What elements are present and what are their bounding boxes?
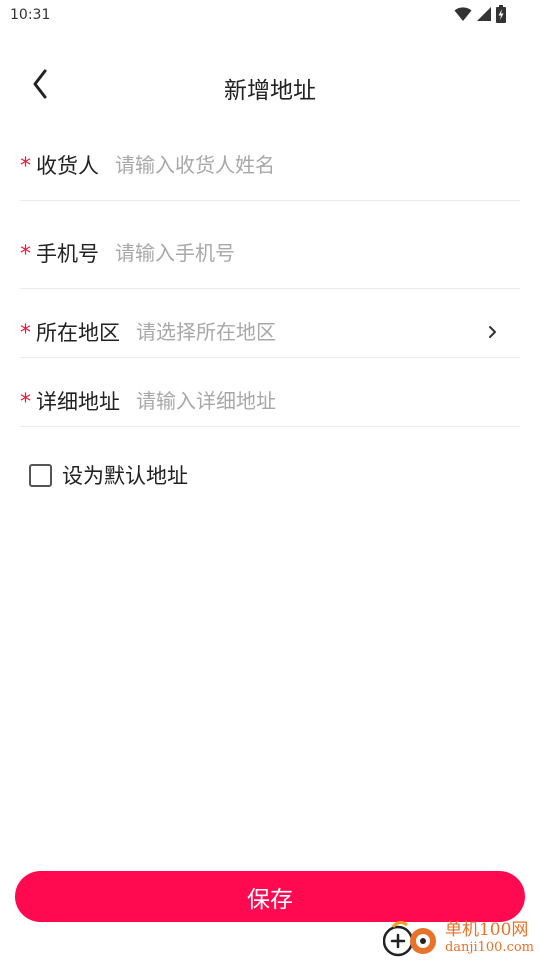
region-label: 所在地区	[36, 321, 120, 345]
region-row[interactable]: * 所在地区	[20, 289, 520, 358]
status-bar: 10:31	[0, 0, 540, 30]
address-detail-input[interactable]	[136, 389, 520, 413]
status-time: 10:31	[10, 7, 51, 23]
receiver-label: 收货人	[36, 154, 99, 178]
phone-label: 手机号	[36, 242, 99, 266]
cellular-signal-icon	[476, 6, 492, 26]
address-detail-label: 详细地址	[36, 390, 120, 414]
page-title: 新增地址	[224, 78, 316, 104]
battery-charging-icon	[496, 5, 506, 27]
default-address-label: 设为默认地址	[62, 464, 188, 488]
required-star: *	[20, 154, 31, 179]
phone-row: * 手机号	[20, 201, 520, 289]
status-icons	[454, 5, 506, 27]
required-star: *	[20, 321, 31, 346]
default-address-checkbox[interactable]: 设为默认地址	[29, 460, 188, 490]
phone-input[interactable]	[115, 241, 520, 265]
nav-bar: 新增地址	[0, 56, 540, 114]
address-detail-row: * 详细地址	[20, 358, 520, 427]
save-button[interactable]: 保存	[15, 871, 525, 922]
receiver-row: * 收货人	[20, 140, 520, 201]
required-star: *	[20, 242, 31, 267]
watermark: 单机100网 danji100.com	[382, 918, 534, 958]
region-select[interactable]	[136, 320, 482, 344]
receiver-input[interactable]	[115, 153, 520, 177]
watermark-url-text: danji100.com	[444, 940, 534, 955]
wifi-icon	[454, 6, 472, 26]
checkbox-box[interactable]	[29, 463, 52, 487]
watermark-cn-text: 单机100网	[444, 920, 529, 940]
required-star: *	[20, 390, 31, 415]
chevron-right-icon	[482, 322, 502, 342]
watermark-logo-icon	[382, 919, 441, 957]
